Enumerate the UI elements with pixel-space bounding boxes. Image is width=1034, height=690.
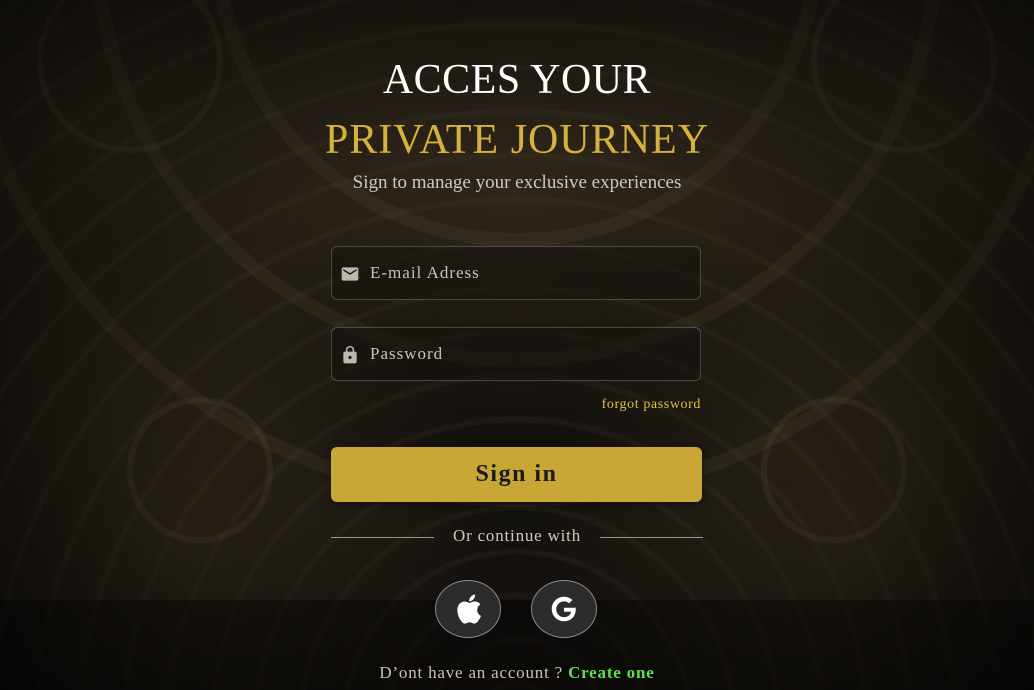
divider-right [600, 537, 703, 538]
apple-signin-button[interactable] [435, 580, 501, 638]
forgot-password-link[interactable]: forgot password [602, 397, 701, 413]
password-field[interactable] [331, 327, 701, 381]
email-input[interactable] [370, 247, 690, 299]
signup-prompt-text: D’ont have an account ? [379, 663, 563, 682]
email-field[interactable] [331, 246, 701, 300]
subtitle: Sign to manage your exclusive experience… [352, 172, 682, 193]
create-account-link[interactable]: Create one [568, 663, 655, 682]
signup-prompt: D’ont have an account ? Create one [0, 663, 1034, 683]
heading-line2: PRIVATE JOURNEY [324, 117, 710, 163]
password-input[interactable] [370, 328, 690, 380]
apple-icon [457, 594, 481, 624]
mail-icon [340, 264, 360, 284]
divider-left [331, 537, 434, 538]
divider-label: Or continue with [453, 526, 581, 545]
sign-in-button[interactable]: Sign in [331, 447, 702, 502]
heading-line1: ACCES YOUR [382, 57, 652, 103]
google-signin-button[interactable] [531, 580, 597, 638]
login-panel: ACCES YOUR PRIVATE JOURNEY Sign to manag… [0, 0, 1034, 690]
google-icon [551, 596, 577, 622]
lock-icon [340, 345, 360, 365]
